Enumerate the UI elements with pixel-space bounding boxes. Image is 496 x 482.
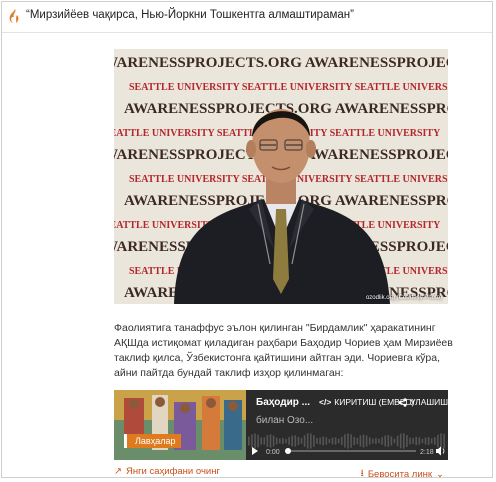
photo-credit: ozodlik.org (Courtesy Photo): [365, 295, 442, 301]
chevron-down-icon: ⌄: [436, 468, 444, 480]
player-thumbnail[interactable]: [114, 390, 246, 460]
player-subtitle: билан Озо...: [256, 415, 314, 426]
waveform-bar: [285, 438, 287, 444]
progress-knob[interactable]: [285, 448, 291, 454]
code-icon: </>: [319, 397, 332, 407]
waveform-bar: [378, 438, 380, 444]
backdrop-text: AWARENESSPROJECTS.ORG AWARENESSPROJECTS.…: [114, 55, 448, 71]
volume-icon[interactable]: [436, 446, 445, 456]
playback-controls: 0:00 2:18: [252, 446, 445, 456]
article-photo: AWARENESSPROJECTS.ORG AWARENESSPROJECTS.…: [114, 49, 448, 304]
waveform-bar: [393, 438, 396, 444]
page-title: “Мирзийёев чақирса, Нью-Йоркни Тошкентга…: [26, 9, 354, 21]
category-badge[interactable]: Лавҳалар: [124, 434, 182, 448]
waveform-bar: [372, 438, 374, 444]
photo-backdrop: AWARENESSPROJECTS.ORG AWARENESSPROJECTS.…: [114, 49, 448, 304]
player-title[interactable]: Баҳодир ...: [256, 397, 324, 408]
page-frame: “Мирзийёев чақирса, Нью-Йоркни Тошкентга…: [1, 1, 493, 480]
direct-link-label: Бевосита линк: [367, 468, 433, 480]
share-icon: [398, 397, 407, 407]
waveform-bar: [430, 438, 433, 444]
waveform-bar: [300, 438, 303, 444]
play-icon[interactable]: [252, 447, 258, 455]
time-total: 2:18: [420, 449, 434, 456]
rferl-flame-icon[interactable]: [8, 8, 22, 24]
share-button[interactable]: УЛАШИШ: [398, 397, 448, 407]
article-paragraph: Фаолиятига танаффус эълон қилинган "Бирд…: [114, 322, 453, 379]
audio-player[interactable]: Лавҳалар Баҳодир ... билан Озо... </> КИ…: [114, 390, 448, 460]
backdrop-text: SEATTLE UNIVERSITY SEATTLE UNIVERSITY SE…: [129, 82, 448, 93]
waveform-bar: [328, 438, 331, 444]
external-arrow-icon: ↗: [114, 466, 122, 477]
open-new-window-label: Янги саҳифани очинг: [125, 466, 220, 477]
progress-track[interactable]: [288, 450, 416, 452]
waveform-bar: [279, 438, 281, 444]
waveform-bar: [421, 438, 424, 444]
waveform-bar: [337, 438, 340, 444]
open-new-window-link[interactable]: ↗ Янги саҳифани очинг: [114, 466, 220, 477]
top-bar: “Мирзийёев чақирса, Нью-Йоркни Тошкентга…: [2, 2, 492, 33]
share-label: УЛАШИШ: [410, 397, 448, 407]
time-current: 0:00: [266, 449, 280, 456]
